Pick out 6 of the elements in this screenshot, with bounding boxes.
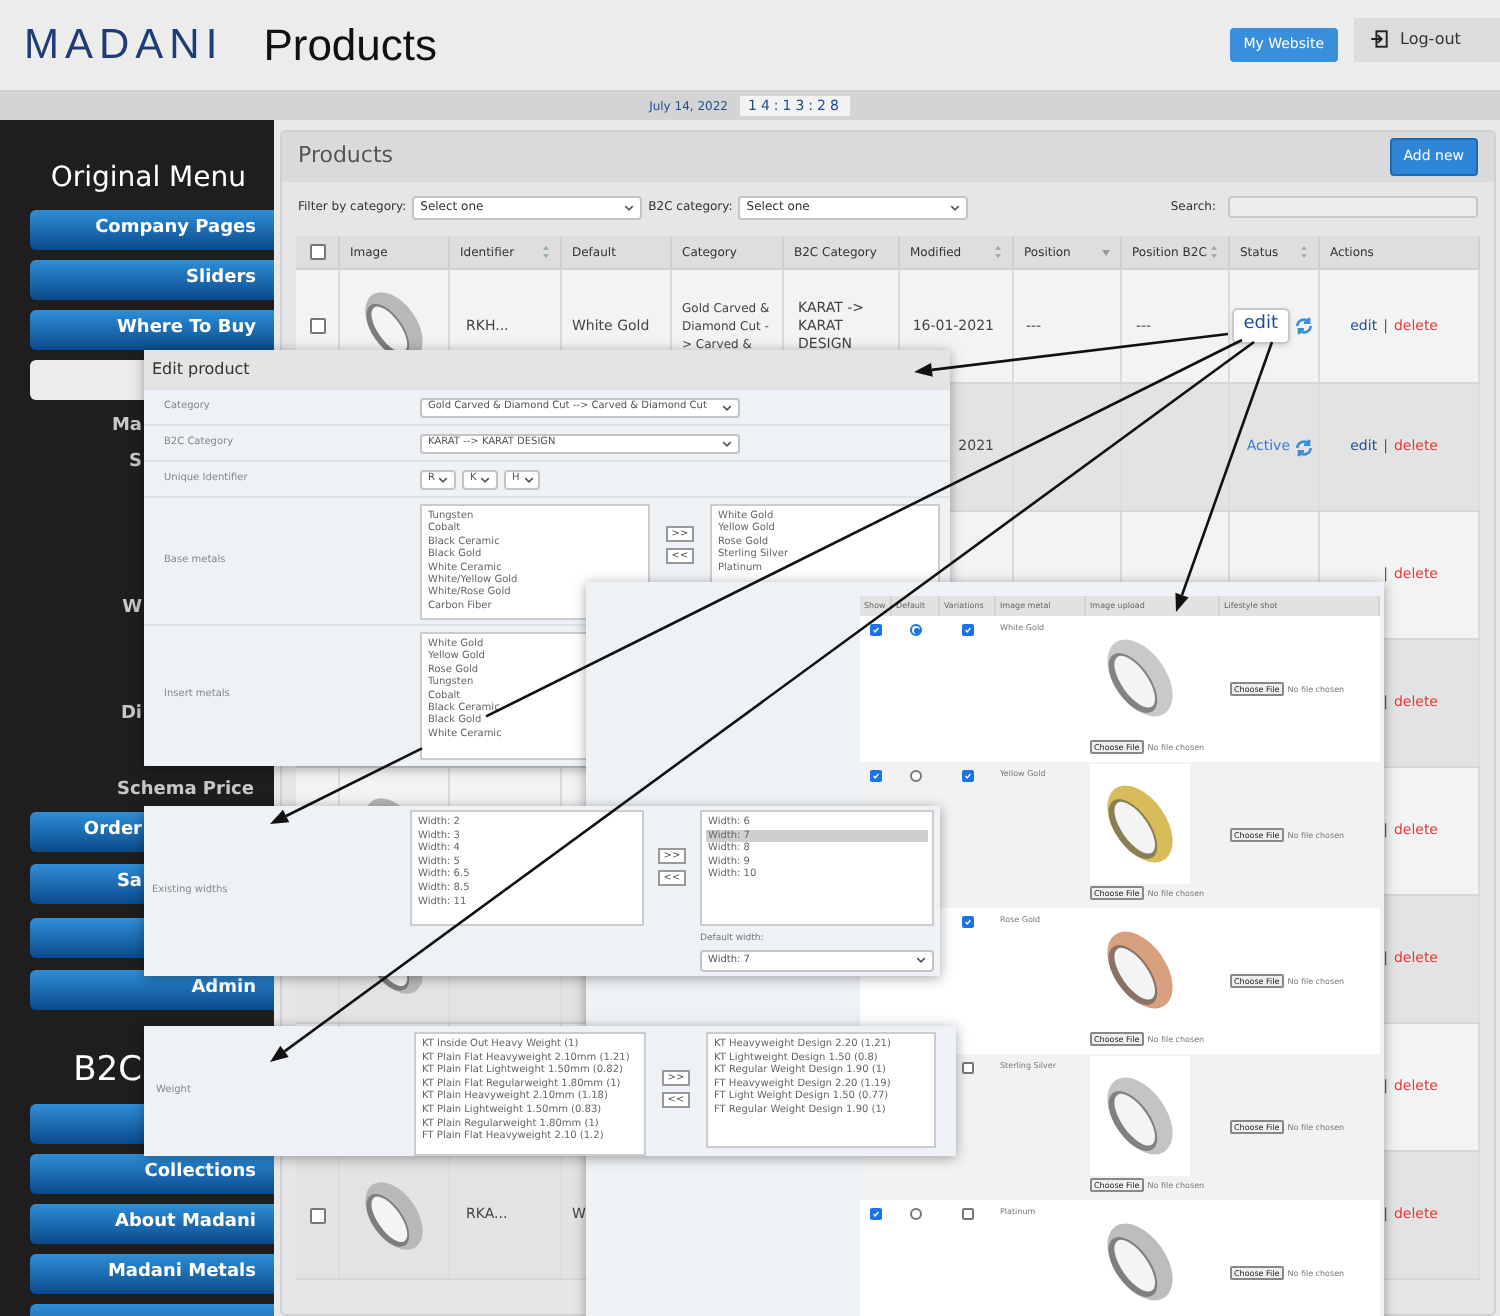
logo: MADANI [24,24,224,66]
menu-heading: B2C [73,1048,142,1092]
panel-title: Products [298,140,393,173]
dialog-title: Edit product [144,350,950,388]
menu-heading: Original Menu [48,159,248,197]
page-title: Products [263,18,438,74]
